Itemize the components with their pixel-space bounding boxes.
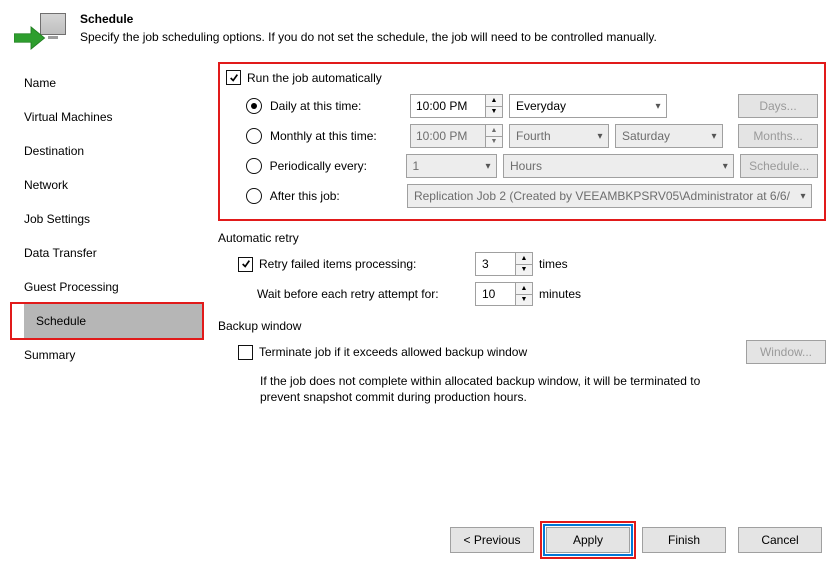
retry-times-unit: times [539,257,568,271]
chevron-down-icon: ▾ [480,161,496,172]
sidebar-item-schedule[interactable]: Schedule [12,304,202,338]
wizard-header: Schedule Specify the job scheduling opti… [8,0,832,62]
cancel-button[interactable]: Cancel [738,527,822,553]
previous-button[interactable]: < Previous [450,527,534,553]
backup-window-title: Backup window [218,319,826,333]
sidebar-item-data-transfer[interactable]: Data Transfer [12,236,202,270]
after-job-select[interactable]: Replication Job 2 (Created by VEEAMBKPSR… [407,184,812,208]
sidebar-item-name[interactable]: Name [12,66,202,100]
terminate-checkbox[interactable] [238,345,253,360]
sidebar-item-virtual-machines[interactable]: Virtual Machines [12,100,202,134]
chevron-down-icon: ▾ [717,161,733,172]
days-button[interactable]: Days... [738,94,818,118]
daily-row: Daily at this time: 10:00 PM ▲▼ Everyday… [246,91,818,121]
chevron-down-icon: ▾ [592,131,608,142]
sidebar-item-network[interactable]: Network [12,168,202,202]
periodic-label: Periodically every: [270,159,406,173]
monthly-weekday-select[interactable]: Saturday▾ [615,124,723,148]
terminate-label: Terminate job if it exceeds allowed back… [259,345,527,359]
finish-button[interactable]: Finish [642,527,726,553]
wizard-steps-sidebar: Name Virtual Machines Destination Networ… [8,62,208,532]
wizard-footer: < Previous Apply Finish Cancel [450,527,822,553]
after-job-label: After this job: [270,189,407,203]
schedule-panel: Run the job automatically Daily at this … [208,62,832,532]
monthly-time-input[interactable]: 10:00 PM ▲▼ [410,124,503,148]
backup-window-row: Terminate job if it exceeds allowed back… [238,337,826,367]
daily-recurrence-select[interactable]: Everyday▾ [509,94,667,118]
retry-checkbox[interactable] [238,257,253,272]
chevron-down-icon: ▾ [706,131,722,142]
spinner-icon[interactable]: ▲▼ [515,283,532,305]
spinner-icon[interactable]: ▲▼ [515,253,532,275]
spinner-icon[interactable]: ▲▼ [485,95,502,117]
automatic-retry-title: Automatic retry [218,231,826,245]
after-job-radio[interactable] [246,188,262,204]
months-button[interactable]: Months... [738,124,818,148]
page-description: Specify the job scheduling options. If y… [80,30,657,44]
periodic-unit-select[interactable]: Hours▾ [503,154,734,178]
retry-times-input[interactable]: 3 ▲▼ [475,252,533,276]
monthly-ordinal-select[interactable]: Fourth▾ [509,124,609,148]
retry-wait-row: Wait before each retry attempt for: 10 ▲… [238,279,826,309]
periodic-schedule-button[interactable]: Schedule... [740,154,818,178]
sidebar-item-job-settings[interactable]: Job Settings [12,202,202,236]
periodic-value-select[interactable]: 1▾ [406,154,497,178]
retry-row: Retry failed items processing: 3 ▲▼ time… [238,249,826,279]
window-button[interactable]: Window... [746,340,826,364]
monthly-label: Monthly at this time: [270,129,410,143]
monthly-row: Monthly at this time: 10:00 PM ▲▼ Fourth… [246,121,818,151]
wizard-window: Schedule Specify the job scheduling opti… [0,0,840,567]
periodic-radio[interactable] [246,158,262,174]
daily-time-input[interactable]: 10:00 PM ▲▼ [410,94,503,118]
sidebar-item-destination[interactable]: Destination [12,134,202,168]
retry-wait-unit: minutes [539,287,581,301]
backup-window-help: If the job does not complete within allo… [260,373,740,405]
run-automatically-label: Run the job automatically [247,71,382,85]
retry-wait-input[interactable]: 10 ▲▼ [475,282,533,306]
spinner-icon[interactable]: ▲▼ [485,125,502,147]
monthly-radio[interactable] [246,128,262,144]
retry-label: Retry failed items processing: [259,257,469,271]
run-automatically-group: Run the job automatically Daily at this … [218,62,826,221]
sidebar-item-guest-processing[interactable]: Guest Processing [12,270,202,304]
retry-wait-label: Wait before each retry attempt for: [257,287,469,301]
chevron-down-icon: ▾ [795,191,811,202]
sidebar-item-summary[interactable]: Summary [12,338,202,372]
daily-radio[interactable] [246,98,262,114]
periodic-row: Periodically every: 1▾ Hours▾ Schedule..… [246,151,818,181]
daily-label: Daily at this time: [270,99,410,113]
apply-button-wrap: Apply [546,527,630,553]
chevron-down-icon: ▾ [650,101,666,112]
schedule-icon [14,10,70,58]
run-automatically-checkbox[interactable] [226,70,241,85]
after-job-row: After this job: Replication Job 2 (Creat… [246,181,818,211]
page-title: Schedule [80,12,657,26]
